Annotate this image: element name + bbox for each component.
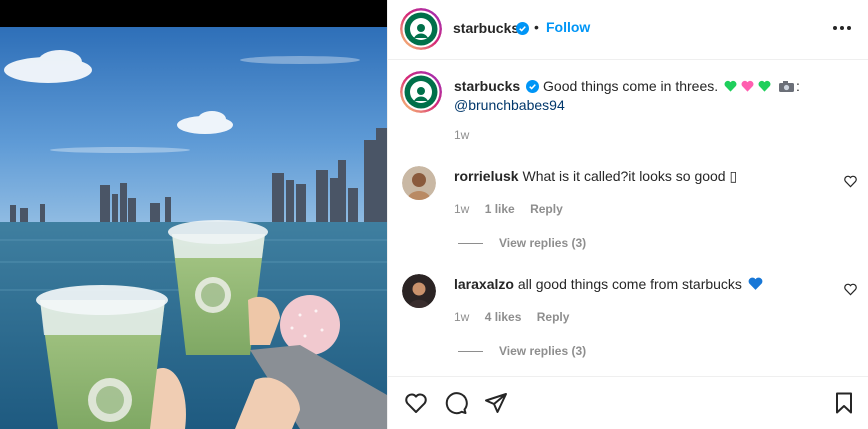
caption-colon: :: [796, 78, 800, 94]
starbucks-logo-icon[interactable]: [400, 8, 442, 50]
comment-meta: 1w 4 likes Reply: [454, 310, 581, 324]
view-replies-divider: [458, 351, 483, 353]
comment-timestamp[interactable]: 1w: [454, 202, 469, 216]
caption-mention-link[interactable]: @brunchbabes94: [454, 97, 565, 113]
view-replies-button[interactable]: View replies (3): [454, 344, 586, 358]
view-replies-label: View replies (3): [499, 344, 587, 358]
post-caption: starbucks Good things come in threes. : …: [388, 60, 868, 148]
pink-heart-icon: [741, 80, 754, 92]
comment-meta: 1w 1 like Reply: [454, 202, 575, 216]
comment-likes[interactable]: 1 like: [485, 202, 515, 216]
comment-icon[interactable]: [444, 391, 468, 415]
reply-button[interactable]: Reply: [530, 202, 563, 216]
like-heart-icon[interactable]: [844, 175, 857, 188]
starbucks-logo-icon[interactable]: [400, 71, 442, 113]
comment-username[interactable]: rorrielusk: [454, 168, 519, 184]
caption-timestamp[interactable]: 1w: [454, 128, 469, 142]
caption-text: starbucks Good things come in threes. : …: [454, 77, 854, 115]
verified-badge-icon: [516, 22, 529, 35]
verified-badge-icon: [526, 80, 540, 93]
reply-button[interactable]: Reply: [537, 310, 570, 324]
commenter-avatar[interactable]: [402, 166, 436, 200]
post-header: starbucks • Follow: [388, 0, 868, 60]
view-replies-button[interactable]: View replies (3): [454, 236, 586, 250]
comment-item: rorrielusk What is it called?it looks so…: [388, 160, 868, 260]
comment-text: rorrielusk What is it called?it looks so…: [454, 167, 737, 185]
view-replies-label: View replies (3): [499, 236, 587, 250]
post-detail-panel: starbucks • Follow starbucks Good things…: [387, 0, 868, 429]
green-heart-icon: [724, 80, 737, 92]
green-heart-icon: [758, 80, 771, 92]
post-author-username[interactable]: starbucks: [453, 20, 519, 36]
blue-heart-icon: [748, 277, 763, 290]
post-action-bar: [388, 376, 868, 429]
like-heart-icon[interactable]: [844, 283, 857, 296]
share-icon[interactable]: [484, 391, 508, 415]
caption-body: Good things come in threes.: [543, 78, 719, 94]
camera-icon: [779, 81, 795, 92]
view-replies-divider: [458, 243, 483, 245]
comment-username[interactable]: laraxalzo: [454, 276, 514, 292]
commenter-avatar[interactable]: [402, 274, 436, 308]
more-options-icon[interactable]: [831, 18, 853, 38]
comment-body: What is it called?it looks so good ▯: [522, 168, 738, 184]
like-icon[interactable]: [404, 391, 428, 415]
comment-timestamp[interactable]: 1w: [454, 310, 469, 324]
comment-body: all good things come from starbucks: [517, 276, 742, 292]
save-icon[interactable]: [832, 391, 856, 415]
comment-item: laraxalzo all good things come from star…: [388, 268, 868, 368]
caption-username[interactable]: starbucks: [454, 78, 520, 94]
post-image[interactable]: [0, 0, 387, 429]
follow-button[interactable]: Follow: [546, 19, 590, 35]
separator-dot: •: [534, 19, 539, 35]
comment-text: laraxalzo all good things come from star…: [454, 275, 765, 293]
comment-likes[interactable]: 4 likes: [485, 310, 522, 324]
